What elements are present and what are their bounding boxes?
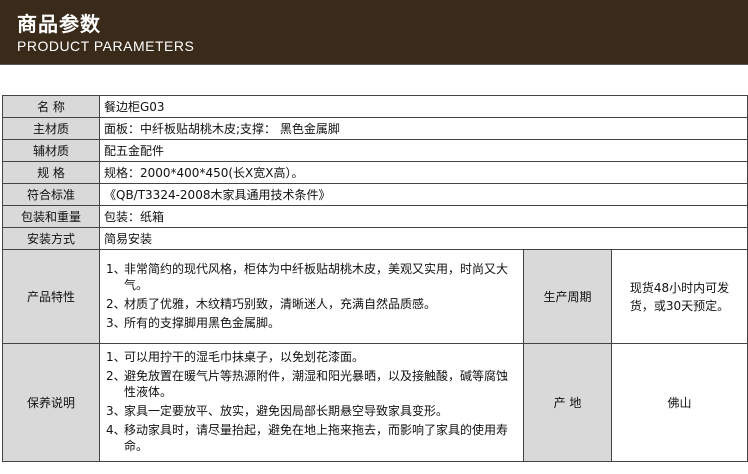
features-label: 产品特性 xyxy=(2,249,100,344)
row-value-spec: 规格：2000*400*450(长X宽X高）。 xyxy=(99,161,748,184)
table-row: 名 称 餐边柜G03 xyxy=(2,95,748,118)
row-value-main-material: 面板：中纤板贴胡桃木皮;支撑： 黑色金属脚 xyxy=(99,117,748,140)
row-value-standard: 《QB/T3324-2008木家具通用技术条件》 xyxy=(99,183,748,206)
page-title: 商品参数 xyxy=(17,12,101,36)
table-row: 包装和重量 包装：纸箱 xyxy=(2,205,748,228)
table-row: 符合标准 《QB/T3324-2008木家具通用技术条件》 xyxy=(2,183,748,206)
origin-label: 产 地 xyxy=(523,343,612,462)
row-label-spec: 规 格 xyxy=(2,161,100,184)
care-cell: 1、可以用拧干的湿毛巾抹桌子，以免划花漆面。 2、避免放置在暖气片等热源附件，潮… xyxy=(99,343,524,462)
list-item: 1、非常简约的现代风格，柜体为中纤板贴胡桃木皮，美观又实用，时尚又大气。 xyxy=(106,261,509,292)
row-value-install: 简易安装 xyxy=(99,227,748,250)
list-item: 4、移动家具时，请尽量抬起，避免在地上拖来拖去，而影响了家具的使用寿命。 xyxy=(106,423,509,453)
table-row: 保养说明 1、可以用拧干的湿毛巾抹桌子，以免划花漆面。 2、避免放置在暖气片等热… xyxy=(2,343,748,462)
divider xyxy=(0,64,748,65)
features-list: 1、非常简约的现代风格，柜体为中纤板贴胡桃木皮，美观又实用，时尚又大气。 2、材… xyxy=(100,256,523,338)
care-label: 保养说明 xyxy=(2,343,100,462)
table-row: 主材质 面板：中纤板贴胡桃木皮;支撑： 黑色金属脚 xyxy=(2,117,748,140)
list-item: 3、所有的支撑脚用黑色金属脚。 xyxy=(106,315,281,330)
row-label-standard: 符合标准 xyxy=(2,183,100,206)
row-label-packaging: 包装和重量 xyxy=(2,205,100,228)
production-cycle-value: 现货48小时内可发货，或30天预定。 xyxy=(611,249,748,344)
list-item: 3、家具一定要放平、放实，避免因局部长期悬空导致家具变形。 xyxy=(106,404,449,418)
row-label-install: 安装方式 xyxy=(2,227,100,250)
header-banner: 商品参数 PRODUCT PARAMETERS xyxy=(0,0,748,64)
care-list: 1、可以用拧干的湿毛巾抹桌子，以免划花漆面。 2、避免放置在暖气片等热源附件，潮… xyxy=(100,344,523,461)
list-item: 2、材质了优雅，木纹精巧别致，清晰迷人，充满自然品质感。 xyxy=(106,296,437,311)
table-row: 产品特性 1、非常简约的现代风格，柜体为中纤板贴胡桃木皮，美观又实用，时尚又大气… xyxy=(2,249,748,344)
table-row: 辅材质 配五金配件 xyxy=(2,139,748,162)
features-cell: 1、非常简约的现代风格，柜体为中纤板贴胡桃木皮，美观又实用，时尚又大气。 2、材… xyxy=(99,249,524,344)
table-row: 安装方式 简易安装 xyxy=(2,227,748,250)
origin-value: 佛山 xyxy=(611,343,748,462)
list-item: 1、可以用拧干的湿毛巾抹桌子，以免划花漆面。 xyxy=(106,350,365,364)
table-row: 规 格 规格：2000*400*450(长X宽X高）。 xyxy=(2,161,748,184)
row-label-name: 名 称 xyxy=(2,95,100,118)
row-value-packaging: 包装：纸箱 xyxy=(99,205,748,228)
row-value-aux-material: 配五金配件 xyxy=(99,139,748,162)
production-cycle-label: 生产周期 xyxy=(523,249,612,344)
list-item: 2、避免放置在暖气片等热源附件，潮湿和阳光暴晒，以及接触酸，碱等腐蚀性液体。 xyxy=(106,369,509,399)
row-value-name: 餐边柜G03 xyxy=(99,95,748,118)
page-subtitle: PRODUCT PARAMETERS xyxy=(17,38,195,54)
row-label-main-material: 主材质 xyxy=(2,117,100,140)
parameters-table: 名 称 餐边柜G03 主材质 面板：中纤板贴胡桃木皮;支撑： 黑色金属脚 辅材质… xyxy=(2,95,748,462)
row-label-aux-material: 辅材质 xyxy=(2,139,100,162)
